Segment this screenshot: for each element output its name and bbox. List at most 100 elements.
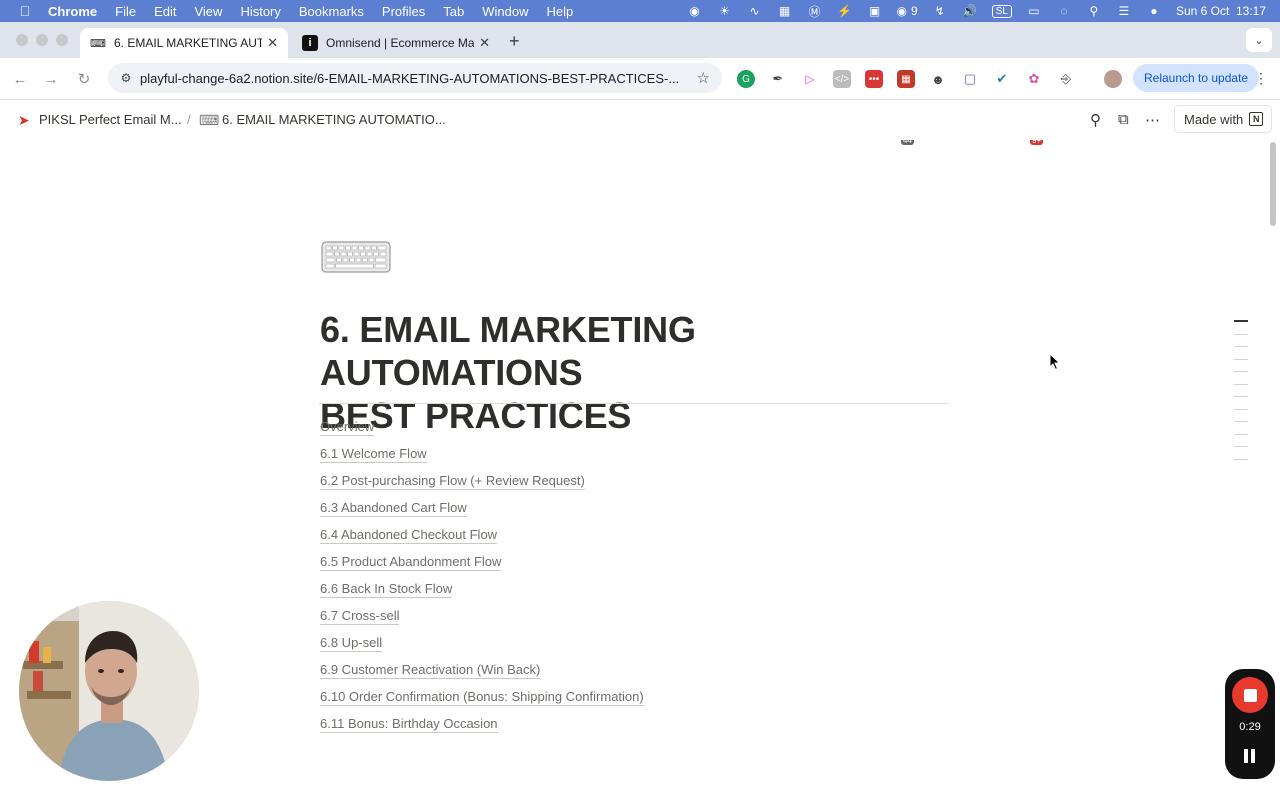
m-status-icon[interactable]: Ⓜ — [807, 4, 823, 19]
breadcrumb-current[interactable]: 6. EMAIL MARKETING AUTOMATIO... — [222, 112, 446, 127]
tab-omnisend[interactable]: i Omnisend | Ecommerce Marketing ✕ — [292, 28, 500, 58]
profile-avatar[interactable] — [1104, 70, 1122, 88]
apple-icon[interactable]:  — [16, 3, 34, 19]
more-options-icon[interactable]: ⋯ — [1145, 111, 1160, 129]
notification-status[interactable]: ◉ 9 — [897, 4, 918, 18]
menu-profiles[interactable]: Profiles — [382, 4, 425, 19]
menu-app-name[interactable]: Chrome — [48, 4, 97, 19]
tab-close-icon[interactable]: ✕ — [479, 35, 490, 51]
battery-plus-status-icon[interactable]: ⚡ — [837, 4, 853, 18]
pause-icon — [1244, 749, 1248, 763]
outline-marker[interactable] — [1234, 408, 1248, 410]
made-with-notion-button[interactable]: Made with N — [1174, 105, 1272, 133]
toc-link-abandoned-checkout-flow[interactable]: 6.4 Abandoned Checkout Flow — [320, 527, 644, 554]
grammarly-status-icon[interactable]: ◉ — [687, 4, 703, 18]
outline-marker[interactable] — [1234, 371, 1248, 372]
duplicate-icon[interactable]: ⧉ — [1118, 111, 1129, 128]
puzzle-extensions-icon[interactable]: ⎆ — [1057, 70, 1075, 88]
toc-link-label: 6.3 Abandoned Cart Flow — [320, 500, 467, 517]
outline-marker[interactable] — [1234, 446, 1248, 447]
tab-search-chevron-icon[interactable]: ⌄ — [1246, 28, 1272, 52]
toc-link-product-abandonment-flow[interactable]: 6.5 Product Abandonment Flow — [320, 554, 644, 581]
flash-status-icon[interactable]: ↯ — [932, 4, 948, 18]
omnisend-favicon-icon: i — [302, 35, 318, 51]
menu-view[interactable]: View — [194, 4, 222, 19]
address-bar[interactable]: ⚙ playful-change-6a2.notion.site/6-EMAIL… — [108, 63, 722, 93]
face-extension-icon[interactable]: ☻ — [929, 70, 947, 88]
outline-marker[interactable] — [1234, 458, 1248, 460]
outline-marker[interactable] — [1234, 421, 1248, 422]
flower-extension-icon[interactable]: ✿ — [1025, 70, 1043, 88]
menu-history[interactable]: History — [240, 4, 280, 19]
brightness-status-icon[interactable]: ☀ — [717, 4, 733, 18]
new-tab-icon[interactable]: + — [509, 31, 520, 52]
menu-help[interactable]: Help — [547, 4, 574, 19]
dots-extension-icon[interactable]: ••• — [865, 70, 883, 88]
reload-icon[interactable]: ↻ — [73, 68, 95, 90]
scrollbar-thumb[interactable] — [1270, 142, 1276, 226]
input-source[interactable]: SL — [991, 4, 1012, 18]
page-outline[interactable] — [1234, 320, 1250, 471]
window-zoom-button[interactable] — [56, 34, 68, 46]
volume-icon[interactable]: 🔊 — [962, 4, 978, 18]
battery-icon[interactable]: ▭ — [1026, 4, 1042, 18]
page-title[interactable]: 6. EMAIL MARKETING AUTOMATIONS BEST PRAC… — [320, 308, 960, 437]
menu-bookmarks[interactable]: Bookmarks — [299, 4, 364, 19]
toc-link-back-in-stock-flow[interactable]: 6.6 Back In Stock Flow — [320, 581, 644, 608]
signature-status-icon[interactable]: ∿ — [747, 4, 763, 18]
menu-tab[interactable]: Tab — [443, 4, 464, 19]
toc-link-label: 6.6 Back In Stock Flow — [320, 581, 453, 598]
toc-link-cross-sell[interactable]: 6.7 Cross-sell — [320, 608, 644, 635]
wifi-icon[interactable]: ◌ — [1056, 4, 1072, 18]
outline-marker[interactable] — [1234, 433, 1248, 435]
tab-active[interactable]: ⌨ 6. EMAIL MARKETING AUTOMATIONS ✕ — [80, 28, 288, 58]
relaunch-label: Relaunch to update — [1144, 71, 1249, 85]
screen-status-icon[interactable]: ▣ — [867, 4, 883, 18]
code-extension-icon[interactable]: </> — [833, 70, 851, 88]
toc-link-welcome-flow[interactable]: 6.1 Welcome Flow — [320, 446, 644, 473]
note-extension-icon[interactable]: ▢ — [961, 70, 979, 88]
menubar-clock[interactable]: Sun 6 Oct 13:17 — [1176, 4, 1266, 18]
forward-arrow-icon[interactable]: → — [40, 68, 62, 90]
outline-marker[interactable] — [1234, 358, 1248, 360]
bookmark-star-icon[interactable]: ☆ — [697, 69, 710, 87]
pause-recording-button[interactable] — [1244, 749, 1256, 763]
picker-extension-icon[interactable]: ✒ — [769, 70, 787, 88]
toc-link-birthday-occasion[interactable]: 6.11 Bonus: Birthday Occasion — [320, 716, 644, 743]
search-icon[interactable]: ⚲ — [1090, 111, 1101, 129]
control-center-icon[interactable]: ☰ — [1116, 4, 1132, 18]
calendar-extension-icon[interactable]: ▦ — [897, 70, 915, 88]
keyboard-favicon-icon: ⌨ — [90, 37, 106, 50]
toc-link-overview[interactable]: Overview — [320, 419, 644, 446]
toc-link-up-sell[interactable]: 6.8 Up-sell — [320, 635, 644, 662]
url-text[interactable]: playful-change-6a2.notion.site/6-EMAIL-M… — [140, 71, 686, 86]
grammarly-extension-icon[interactable]: G — [737, 70, 755, 88]
play-extension-icon[interactable]: ▷ — [801, 70, 819, 88]
siri-icon[interactable]: ● — [1146, 4, 1162, 18]
outline-marker[interactable] — [1234, 333, 1248, 335]
breadcrumb-parent[interactable]: PIKSL Perfect Email M... — [39, 112, 182, 127]
window-close-button[interactable] — [16, 34, 28, 46]
outline-marker[interactable] — [1234, 346, 1248, 347]
toc-link-customer-reactivation[interactable]: 6.9 Customer Reactivation (Win Back) — [320, 662, 644, 689]
relaunch-to-update-button[interactable]: Relaunch to update — [1133, 64, 1259, 92]
menu-window[interactable]: Window — [482, 4, 528, 19]
spotlight-search-icon[interactable]: ⚲ — [1086, 4, 1102, 18]
menu-edit[interactable]: Edit — [154, 4, 176, 19]
outline-marker[interactable] — [1234, 396, 1248, 397]
window-minimize-button[interactable] — [36, 34, 48, 46]
toc-link-abandoned-cart-flow[interactable]: 6.3 Abandoned Cart Flow — [320, 500, 644, 527]
more-menu-icon[interactable]: ⋮ — [1254, 70, 1268, 87]
site-settings-icon[interactable]: ⚙ — [116, 71, 136, 85]
menu-file[interactable]: File — [115, 4, 136, 19]
toc-link-post-purchasing-flow[interactable]: 6.2 Post-purchasing Flow (+ Review Reque… — [320, 473, 644, 500]
outline-marker[interactable] — [1234, 383, 1248, 385]
outline-marker[interactable] — [1234, 320, 1248, 322]
camera-status-icon[interactable]: ▦ — [777, 4, 793, 18]
back-arrow-icon[interactable]: ← — [9, 68, 31, 90]
toc-link-order-confirmation[interactable]: 6.10 Order Confirmation (Bonus: Shipping… — [320, 689, 644, 716]
page-title-line-1: 6. EMAIL MARKETING AUTOMATIONS — [320, 309, 696, 393]
v-extension-icon[interactable]: ✔ — [993, 70, 1011, 88]
stop-recording-button[interactable] — [1232, 677, 1268, 713]
tab-close-icon[interactable]: ✕ — [267, 35, 278, 51]
